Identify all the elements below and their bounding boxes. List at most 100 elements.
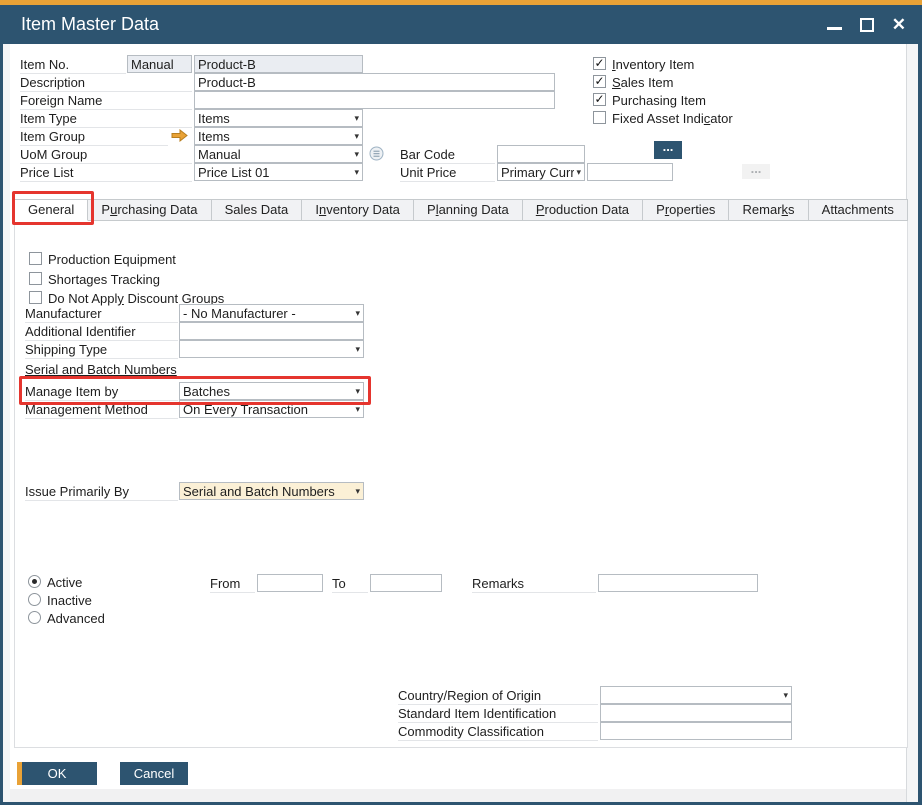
item-no-series-field[interactable]: Manual — [127, 55, 192, 73]
standard-item-identification-input[interactable] — [600, 704, 792, 722]
tab-general[interactable]: General — [14, 199, 88, 221]
radio-advanced[interactable] — [28, 611, 41, 624]
checkbox-purchasing-item[interactable]: ✓ — [593, 93, 606, 106]
dropdown-arrow-icon: ▾ — [355, 404, 360, 415]
description-input[interactable]: Product-B — [194, 73, 555, 91]
serial-and-batch-section-header: Serial and Batch Numbers — [25, 362, 177, 377]
management-method-label: Management Method — [25, 402, 178, 419]
price-list-value: Price List 01 — [198, 165, 270, 180]
tab-planning-data[interactable]: Planning Data — [414, 199, 523, 221]
radio-inactive[interactable] — [28, 593, 41, 606]
checkbox-sales-item[interactable]: ✓ — [593, 75, 606, 88]
ok-button-accent-stripe — [17, 762, 22, 785]
radio-label-inactive: Inactive — [47, 593, 92, 608]
country-region-of-origin-label: Country/Region of Origin — [398, 688, 598, 705]
price-list-select[interactable]: Price List 01 ▾ — [194, 163, 363, 181]
uom-list-icon[interactable] — [369, 146, 384, 161]
tab-purchasing-data[interactable]: Purchasing Data — [88, 199, 211, 221]
checkbox-label-production-equipment: Production Equipment — [48, 252, 176, 267]
dropdown-arrow-icon: ▾ — [355, 344, 360, 355]
tab-strip: General Purchasing Data Sales Data Inven… — [14, 199, 908, 221]
link-arrow-icon[interactable] — [171, 129, 188, 142]
issue-primarily-by-select[interactable]: Serial and Batch Numbers ▾ — [179, 482, 364, 500]
cancel-button-label: Cancel — [134, 766, 174, 781]
dropdown-arrow-icon: ▾ — [354, 149, 359, 160]
foreign-name-label: Foreign Name — [20, 93, 192, 110]
item-no-field[interactable]: Product-B — [194, 55, 363, 73]
additional-identifier-input[interactable] — [179, 322, 364, 340]
item-group-select[interactable]: Items ▾ — [194, 127, 363, 145]
radio-label-advanced: Advanced — [47, 611, 105, 626]
unit-price-browse-button[interactable]: ... — [742, 164, 770, 179]
window-controls: ✕ — [827, 5, 906, 44]
unit-price-currency-select[interactable]: Primary Currer ▾ — [497, 163, 585, 181]
unit-price-input[interactable] — [587, 163, 673, 181]
ellipsis-icon: ... — [663, 139, 674, 154]
statusbar-strip — [10, 789, 906, 802]
remarks-label: Remarks — [472, 576, 596, 593]
management-method-value: On Every Transaction — [183, 402, 308, 417]
close-icon: ✕ — [892, 18, 906, 32]
checkbox-production-equipment[interactable] — [29, 252, 42, 265]
shipping-type-select[interactable]: ▾ — [179, 340, 364, 358]
bar-code-input[interactable] — [497, 145, 585, 163]
checkbox-label-purchasing-item: Purchasing Item — [612, 93, 706, 108]
dropdown-arrow-icon: ▾ — [355, 386, 360, 397]
description-value: Product-B — [198, 75, 256, 90]
unit-price-currency-value: Primary Currer — [501, 165, 574, 180]
ok-button-label: OK — [48, 766, 67, 781]
window-titlebar: Item Master Data — [0, 5, 922, 44]
check-icon: ✓ — [594, 74, 604, 88]
close-button[interactable]: ✕ — [892, 18, 906, 32]
checkbox-label-sales-item: Sales Item — [612, 75, 673, 90]
tab-production-data[interactable]: Production Data — [523, 199, 643, 221]
item-type-select[interactable]: Items ▾ — [194, 109, 363, 127]
radio-active[interactable] — [28, 575, 41, 588]
checkbox-label-fixed-asset-indicator: Fixed Asset Indicator — [612, 111, 733, 126]
tab-properties[interactable]: Properties — [643, 199, 729, 221]
radio-label-active: Active — [47, 575, 82, 590]
tab-remarks[interactable]: Remarks — [729, 199, 808, 221]
foreign-name-input[interactable] — [194, 91, 555, 109]
uom-group-select[interactable]: Manual ▾ — [194, 145, 363, 163]
manufacturer-select[interactable]: - No Manufacturer - ▾ — [179, 304, 364, 322]
tab-inventory-data[interactable]: Inventory Data — [302, 199, 414, 221]
checkbox-label-inventory-item: Inventory Item — [612, 57, 694, 72]
from-input[interactable] — [257, 574, 323, 592]
tab-attachments[interactable]: Attachments — [809, 199, 908, 221]
unit-price-label: Unit Price — [400, 165, 495, 182]
dropdown-arrow-icon: ▾ — [354, 131, 359, 142]
manufacturer-value: - No Manufacturer - — [183, 306, 296, 321]
cancel-button[interactable]: Cancel — [120, 762, 188, 785]
ok-button[interactable]: OK — [17, 762, 97, 785]
check-icon: ✓ — [594, 92, 604, 106]
to-input[interactable] — [370, 574, 442, 592]
checkbox-shortages-tracking[interactable] — [29, 272, 42, 285]
left-gutter — [3, 44, 10, 802]
item-type-value: Items — [198, 111, 230, 126]
uom-group-label: UoM Group — [20, 147, 192, 164]
ellipsis-icon: ... — [751, 161, 762, 176]
tab-sales-data[interactable]: Sales Data — [212, 199, 303, 221]
minimize-button[interactable] — [827, 19, 842, 30]
maximize-button[interactable] — [860, 18, 874, 32]
item-master-data-window: Item Master Data ✕ Item No. Manual Produ… — [0, 0, 922, 805]
maximize-icon — [860, 18, 874, 32]
price-list-label: Price List — [20, 165, 192, 182]
bar-code-label: Bar Code — [400, 147, 495, 164]
item-group-label: Item Group — [20, 129, 168, 146]
country-region-of-origin-select[interactable]: ▾ — [600, 686, 792, 704]
dropdown-arrow-icon: ▾ — [355, 486, 360, 497]
commodity-classification-input[interactable] — [600, 722, 792, 740]
bar-code-browse-button[interactable]: ... — [654, 141, 682, 159]
checkbox-inventory-item[interactable]: ✓ — [593, 57, 606, 70]
item-no-series-value: Manual — [131, 57, 174, 72]
management-method-select[interactable]: On Every Transaction ▾ — [179, 400, 364, 418]
checkbox-fixed-asset-indicator[interactable] — [593, 111, 606, 124]
remarks-input[interactable] — [598, 574, 758, 592]
checkbox-do-not-apply-discount-groups[interactable] — [29, 291, 42, 304]
additional-identifier-label: Additional Identifier — [25, 324, 178, 341]
manage-item-by-select[interactable]: Batches ▾ — [179, 382, 364, 400]
commodity-classification-label: Commodity Classification — [398, 724, 598, 741]
manufacturer-label: Manufacturer — [25, 306, 178, 323]
